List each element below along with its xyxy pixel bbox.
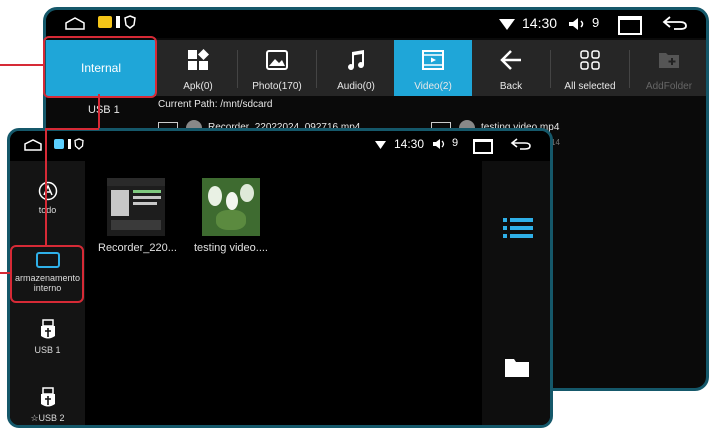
folder-notify-icon: [98, 16, 112, 28]
usb-icon: [40, 387, 55, 407]
back-arrow-icon[interactable]: [662, 15, 688, 31]
grid-icon: [580, 50, 600, 70]
left-arrow-icon: [500, 50, 521, 70]
callout-line: [0, 64, 43, 66]
usb-notify-icon: [68, 139, 71, 149]
photo-icon: [266, 50, 288, 70]
back-arrow-icon[interactable]: [510, 137, 532, 151]
callout-connector: [45, 128, 47, 245]
volume-icon[interactable]: [432, 138, 446, 150]
home-icon[interactable]: [24, 139, 42, 152]
file-name: testing video....: [194, 242, 268, 254]
callout-connector: [45, 128, 99, 130]
status-bar: 14:30 9: [46, 10, 706, 38]
tab-back[interactable]: Back: [472, 40, 550, 96]
tab-audio[interactable]: Audio(0): [317, 40, 395, 96]
internal-storage-highlight: [10, 245, 84, 303]
usb-notify-icon: [116, 16, 120, 28]
add-folder-icon: [659, 53, 679, 68]
shield-icon: [74, 138, 84, 150]
wifi-icon: [499, 19, 515, 30]
tab-all-selected[interactable]: All selected: [551, 40, 629, 96]
shield-icon: [124, 15, 136, 29]
recent-apps-icon[interactable]: [618, 16, 642, 35]
tab-video[interactable]: Video(2): [394, 40, 472, 96]
home-icon[interactable]: [64, 17, 86, 31]
tab-photo[interactable]: Photo(170): [238, 40, 316, 96]
callout-line: [0, 272, 10, 274]
volume-level: 9: [452, 137, 459, 149]
apk-icon: [188, 49, 209, 70]
volume-level: 9: [592, 15, 600, 30]
sidebar-item-usb2[interactable]: ☆USB 2: [10, 387, 85, 424]
right-action-bar: [482, 161, 550, 425]
sidebar-item-all[interactable]: todo: [10, 181, 85, 215]
clock: 14:30: [522, 15, 558, 31]
internal-tab-highlight: [43, 36, 157, 98]
video-thumbnail[interactable]: [107, 178, 165, 236]
file-name: Recorder_220...: [98, 242, 177, 254]
sidebar-item-usb1[interactable]: USB 1: [88, 104, 120, 116]
all-files-icon: [38, 181, 57, 201]
folder-icon[interactable]: [504, 358, 530, 378]
sidebar-item-usb1[interactable]: USB 1: [10, 319, 85, 355]
current-path: Current Path: /mnt/sdcard: [158, 99, 273, 110]
list-view-icon[interactable]: [502, 217, 534, 239]
app-notify-icon: [54, 139, 64, 149]
recent-apps-icon[interactable]: [473, 139, 493, 154]
tab-apk[interactable]: Apk(0): [159, 40, 237, 96]
usb-icon: [40, 319, 55, 339]
tab-add-folder[interactable]: AddFolder: [630, 40, 706, 96]
video-icon: [422, 50, 444, 70]
clock: 14:30: [394, 137, 425, 151]
volume-icon[interactable]: [568, 17, 586, 31]
music-note-icon: [348, 50, 365, 71]
wifi-icon: [375, 141, 386, 149]
front-device-screen: 14:30 9 todo armazenamento interno USB 1…: [7, 128, 553, 428]
callout-connector: [98, 94, 100, 128]
status-bar: 14:30 9: [10, 131, 550, 161]
video-thumbnail[interactable]: [202, 178, 260, 236]
